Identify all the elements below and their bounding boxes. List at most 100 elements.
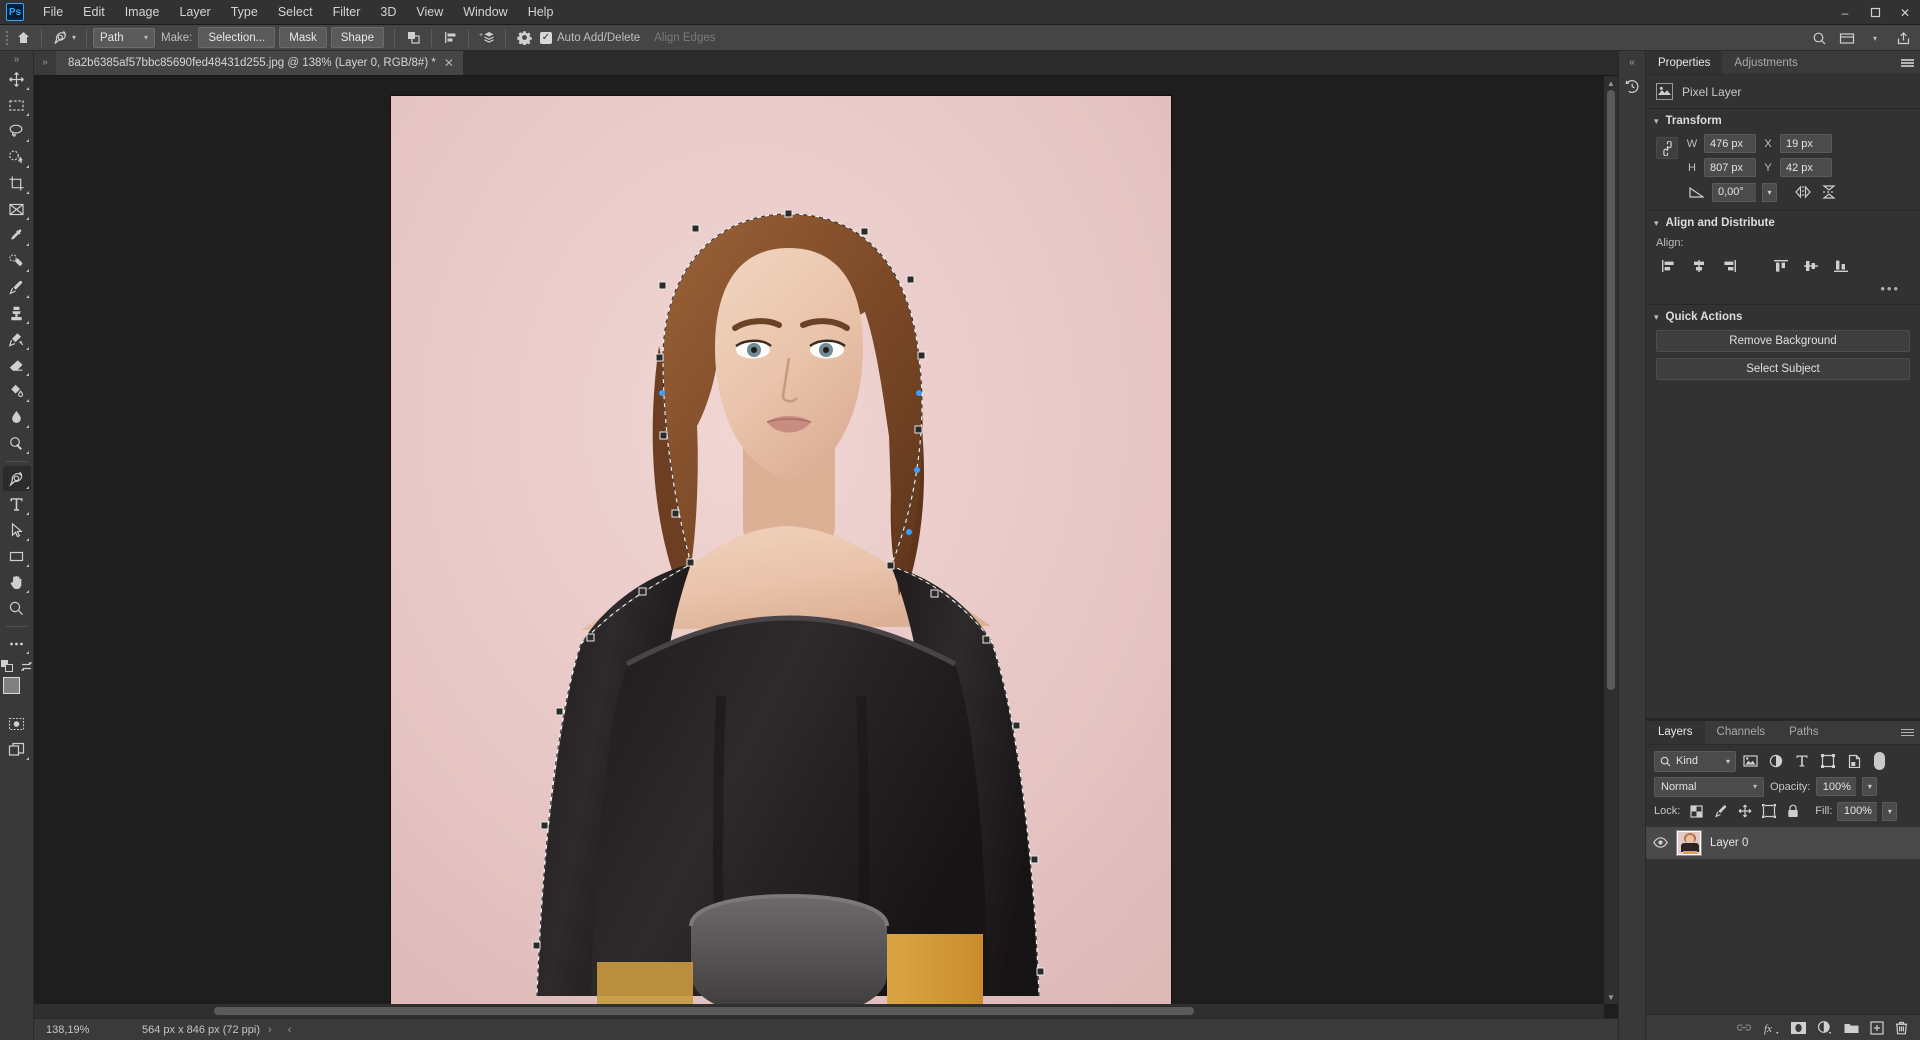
menu-filter[interactable]: Filter — [323, 1, 371, 24]
zoom-tool[interactable] — [3, 596, 31, 621]
brush-tool[interactable] — [3, 275, 31, 300]
add-layer-style-icon[interactable]: fx — [1763, 1021, 1780, 1035]
maximize-button[interactable] — [1860, 0, 1890, 25]
auto-add-delete-checkbox-group[interactable]: ✓ Auto Add/Delete — [540, 31, 640, 44]
quick-mask-toggle[interactable] — [3, 711, 31, 736]
clone-stamp-tool[interactable] — [3, 301, 31, 326]
workspace-switcher-icon[interactable] — [1834, 27, 1860, 49]
add-layer-mask-icon[interactable] — [1791, 1021, 1806, 1034]
path-operations-icon[interactable] — [401, 27, 425, 49]
filter-kind-select[interactable]: Kind ▾ — [1654, 750, 1736, 772]
width-input[interactable]: 476 px — [1704, 134, 1756, 153]
lock-all-icon[interactable] — [1783, 802, 1802, 821]
rectangle-tool[interactable] — [3, 544, 31, 569]
horizontal-scroll-thumb[interactable] — [214, 1007, 1194, 1015]
foreground-color-swatch[interactable] — [2, 677, 20, 694]
lock-transparent-pixels-icon[interactable] — [1687, 802, 1706, 821]
eyedropper-tool[interactable] — [3, 223, 31, 248]
filter-pixel-icon[interactable] — [1738, 751, 1762, 772]
default-colors-icon[interactable] — [0, 659, 14, 673]
frame-tool[interactable] — [3, 197, 31, 222]
align-bottom-edges-icon[interactable] — [1828, 255, 1854, 277]
align-vertical-centers-icon[interactable] — [1798, 255, 1824, 277]
quick-actions-section-header[interactable]: ▾ Quick Actions — [1646, 305, 1920, 328]
layer-name[interactable]: Layer 0 — [1710, 837, 1748, 849]
delete-layer-icon[interactable] — [1895, 1021, 1908, 1035]
chevron-down-icon-qa[interactable]: ▾ — [1654, 312, 1659, 323]
status-expand-icon[interactable]: › — [260, 1024, 280, 1036]
artboard-image[interactable] — [391, 96, 1171, 1016]
align-top-edges-icon[interactable] — [1768, 255, 1794, 277]
collapse-panels-icon[interactable]: « — [1629, 55, 1635, 69]
make-selection-button[interactable]: Selection... — [198, 27, 276, 48]
filter-kind-chevron-down-icon[interactable]: ▾ — [1726, 757, 1730, 766]
menu-file[interactable]: File — [33, 1, 73, 24]
angle-chevron-down-icon[interactable]: ▾ — [1762, 182, 1777, 202]
menu-layer[interactable]: Layer — [169, 1, 220, 24]
lock-image-pixels-icon[interactable] — [1711, 802, 1730, 821]
vertical-scroll-thumb[interactable] — [1607, 90, 1615, 690]
align-left-edges-icon[interactable] — [1656, 255, 1682, 277]
tab-properties[interactable]: Properties — [1646, 51, 1723, 74]
layer-row[interactable]: Layer 0 — [1646, 826, 1920, 859]
filter-toggle-switch[interactable] — [1874, 752, 1885, 770]
menu-type[interactable]: Type — [221, 1, 268, 24]
make-shape-button[interactable]: Shape — [330, 27, 384, 48]
chevron-down-icon-align[interactable]: ▾ — [1654, 218, 1659, 229]
crop-tool[interactable] — [3, 171, 31, 196]
make-mask-button[interactable]: Mask — [279, 27, 327, 48]
path-arrangement-icon[interactable]: + — [475, 27, 499, 49]
gear-icon[interactable] — [512, 27, 536, 49]
history-icon[interactable] — [1621, 75, 1644, 98]
menu-select[interactable]: Select — [268, 1, 323, 24]
align-more-options[interactable]: ••• — [1656, 277, 1910, 296]
spot-healing-brush-tool[interactable] — [3, 249, 31, 274]
toolbar-expand-icon[interactable]: » — [0, 51, 34, 67]
filter-smart-object-icon[interactable] — [1842, 751, 1866, 772]
filter-shape-icon[interactable] — [1816, 751, 1840, 772]
link-layers-icon[interactable] — [1736, 1022, 1752, 1033]
new-group-icon[interactable] — [1844, 1022, 1859, 1034]
menu-help[interactable]: Help — [518, 1, 564, 24]
document-tab[interactable]: 8a2b6385af57bbc85690fed48431d255.jpg @ 1… — [56, 50, 464, 75]
tab-adjustments[interactable]: Adjustments — [1722, 51, 1809, 74]
properties-panel-menu-icon[interactable] — [1901, 51, 1914, 75]
align-section-header[interactable]: ▾ Align and Distribute — [1646, 211, 1920, 234]
tab-layers[interactable]: Layers — [1646, 720, 1705, 744]
tool-preset-chevron-down-icon[interactable]: ▾ — [72, 33, 76, 42]
menu-image[interactable]: Image — [115, 1, 170, 24]
share-icon[interactable] — [1890, 27, 1916, 49]
filter-type-icon[interactable] — [1790, 751, 1814, 772]
zoom-level[interactable]: 138,19% — [34, 1024, 114, 1036]
chevron-down-icon[interactable]: ▾ — [1654, 116, 1659, 127]
blend-mode-select[interactable]: Normal ▾ — [1654, 776, 1764, 797]
align-horizontal-centers-icon[interactable] — [1686, 255, 1712, 277]
layer-thumbnail[interactable] — [1676, 829, 1702, 856]
move-tool[interactable] — [3, 67, 31, 92]
canvas-viewport[interactable]: ▲ ▼ — [34, 76, 1618, 1018]
opacity-input[interactable]: 100% — [1816, 777, 1857, 796]
swap-colors-icon[interactable] — [20, 660, 33, 673]
minimize-button[interactable]: – — [1830, 0, 1860, 25]
fill-chevron-down-icon[interactable]: ▾ — [1882, 801, 1898, 821]
lock-position-icon[interactable] — [1735, 802, 1754, 821]
history-brush-tool[interactable] — [3, 327, 31, 352]
close-icon[interactable]: ✕ — [444, 56, 454, 70]
workspace-chevron-down-icon[interactable]: ▾ — [1862, 27, 1888, 49]
color-swatches[interactable] — [2, 677, 32, 705]
path-mode-select[interactable]: Path ▾ — [93, 27, 156, 48]
height-input[interactable]: 807 px — [1704, 158, 1756, 177]
dodge-tool[interactable] — [3, 431, 31, 456]
pen-tool[interactable] — [2, 466, 31, 491]
new-fill-adjustment-icon[interactable] — [1817, 1020, 1833, 1035]
blur-tool[interactable] — [3, 405, 31, 430]
home-icon[interactable] — [11, 27, 35, 49]
menu-view[interactable]: View — [406, 1, 453, 24]
eraser-tool[interactable] — [3, 353, 31, 378]
lasso-tool[interactable] — [3, 119, 31, 144]
transform-section-header[interactable]: ▾ Transform — [1646, 109, 1920, 132]
lock-artboard-nesting-icon[interactable] — [1759, 802, 1778, 821]
type-tool[interactable] — [3, 492, 31, 517]
horizontal-scrollbar[interactable] — [34, 1004, 1604, 1018]
scroll-down-icon[interactable]: ▼ — [1604, 990, 1618, 1004]
